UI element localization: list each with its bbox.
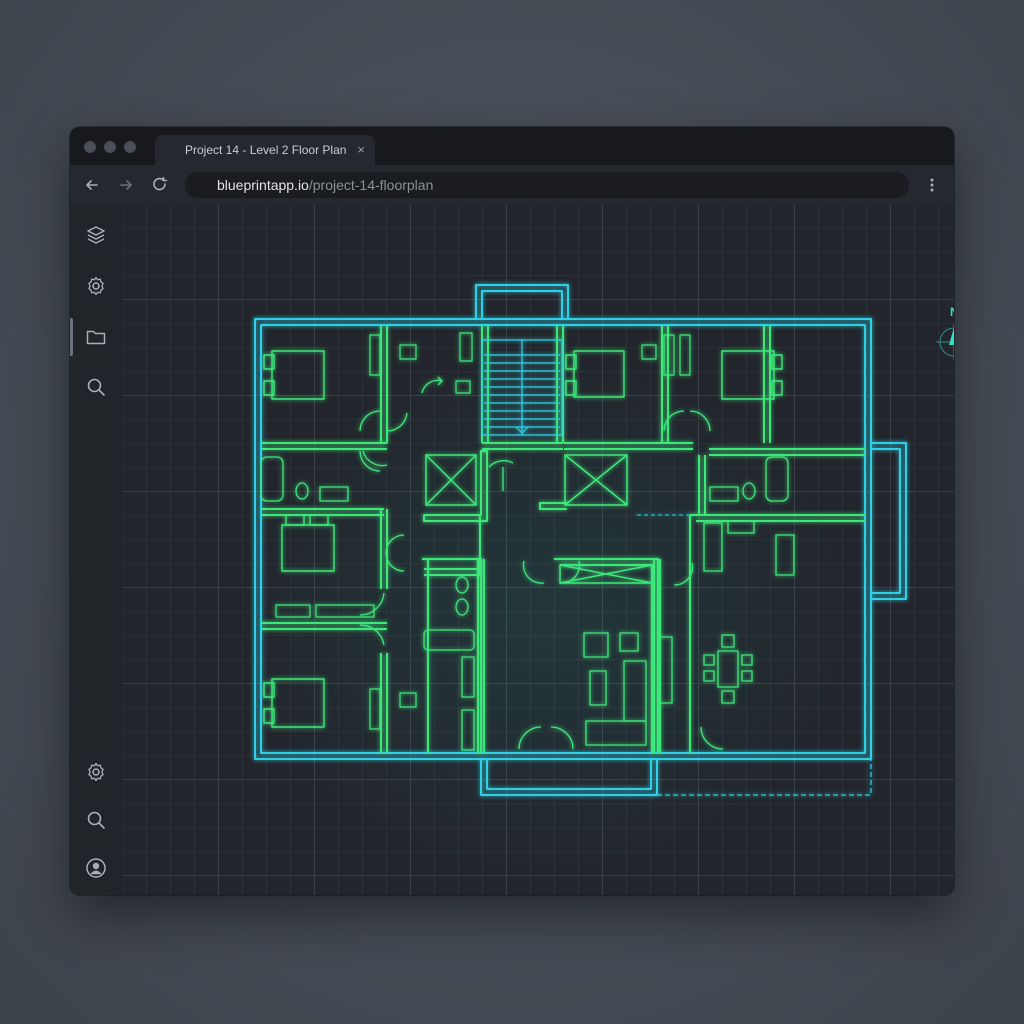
tool-sidebar [70, 205, 124, 895]
active-indicator [70, 318, 73, 356]
compass-icon [936, 324, 954, 360]
url-text: blueprintapp.io/project-14-floorplan [217, 172, 433, 198]
browser-window: Project 14 - Level 2 Floor Plan × bluepr… [70, 127, 954, 895]
layers-icon[interactable] [84, 223, 108, 247]
address-bar[interactable]: blueprintapp.io/project-14-floorplan [185, 172, 909, 198]
plan-glow [234, 355, 854, 875]
window-minimize-dot[interactable] [104, 141, 116, 153]
settings-icon[interactable] [84, 274, 108, 298]
tab-title: Project 14 - Level 2 Floor Plan [185, 143, 347, 157]
url-path: /project-14-floorplan [308, 177, 434, 193]
window-maximize-dot[interactable] [124, 141, 136, 153]
navigation-bar: blueprintapp.io/project-14-floorplan [70, 165, 954, 206]
url-host: blueprintapp.io [217, 177, 309, 193]
tab-close-icon[interactable]: × [357, 135, 365, 165]
back-icon[interactable] [82, 175, 102, 195]
window-close-dot[interactable] [84, 141, 96, 153]
reload-icon[interactable] [150, 175, 170, 195]
kebab-menu-icon[interactable] [922, 175, 942, 195]
settings-icon[interactable] [84, 760, 108, 784]
forward-icon[interactable] [116, 175, 136, 195]
compass: N [930, 305, 954, 365]
browser-tab[interactable]: Project 14 - Level 2 Floor Plan × [155, 135, 375, 165]
user-icon[interactable] [84, 856, 108, 880]
search-icon[interactable] [84, 808, 108, 832]
search-icon[interactable] [84, 375, 108, 399]
blueprint-canvas[interactable]: N + − [124, 205, 954, 895]
compass-north-label: N [950, 305, 954, 319]
folder-icon[interactable] [84, 325, 108, 349]
floor-plan [234, 284, 907, 875]
title-bar: Project 14 - Level 2 Floor Plan × [70, 127, 954, 165]
